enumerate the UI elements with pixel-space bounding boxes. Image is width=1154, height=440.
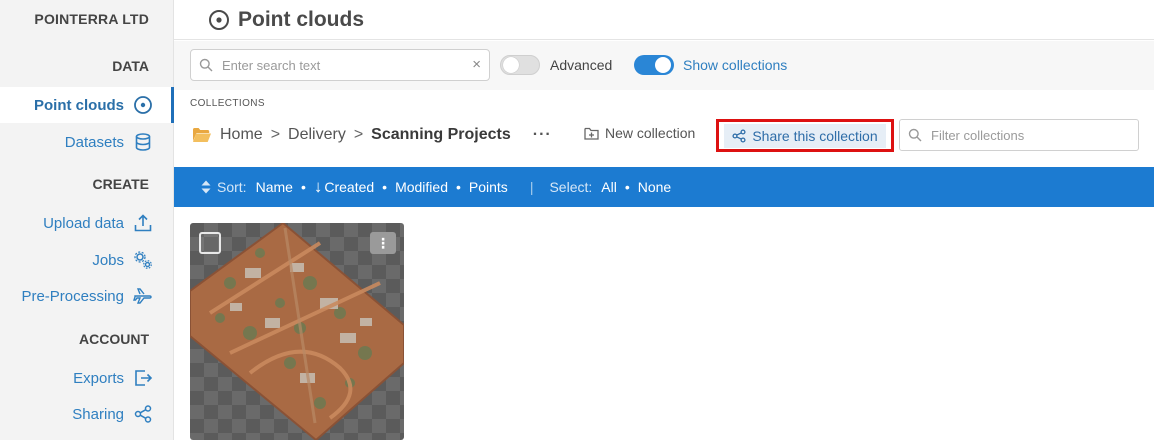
clear-search-icon[interactable]: × xyxy=(472,56,481,73)
show-collections-label[interactable]: Show collections xyxy=(683,57,787,73)
share-collection-button[interactable]: Share this collection xyxy=(716,119,894,152)
search-input[interactable] xyxy=(222,57,462,73)
page-header: Point clouds xyxy=(174,0,1154,40)
sidebar-item-label: Exports xyxy=(73,369,124,387)
sidebar-item-datasets[interactable]: Datasets xyxy=(0,124,173,160)
sidebar-item-preprocessing[interactable]: Pre-Processing xyxy=(0,278,173,314)
sidebar-item-upload[interactable]: Upload data xyxy=(0,205,173,241)
card-menu-button[interactable]: ⋮ xyxy=(370,232,396,254)
sort-icon xyxy=(201,180,211,194)
sidebar-item-exports[interactable]: Exports xyxy=(0,360,173,396)
sort-points[interactable]: Points xyxy=(469,179,508,195)
search-icon xyxy=(199,58,213,72)
separator-dot: • xyxy=(300,179,306,195)
share-collection-label: Share this collection xyxy=(752,127,878,144)
advanced-label[interactable]: Advanced xyxy=(550,57,612,73)
org-name: POINTERRA LTD xyxy=(34,11,149,27)
upload-icon xyxy=(134,214,152,232)
show-collections-toggle[interactable] xyxy=(634,55,674,75)
gears-icon xyxy=(134,251,152,269)
sidebar: POINTERRA LTD DATA Point clouds Datasets… xyxy=(0,0,174,440)
sidebar-item-label: Upload data xyxy=(43,214,124,232)
sort-modified[interactable]: Modified xyxy=(395,179,448,195)
new-collection-label: New collection xyxy=(605,125,696,141)
card-checkbox[interactable] xyxy=(199,232,221,254)
separator-dot: • xyxy=(382,179,388,195)
point-cloud-thumbnail xyxy=(190,223,404,440)
sort-bar: Sort: Name • ↓ Created • Modified • Poin… xyxy=(174,167,1154,207)
breadcrumb-home[interactable]: Home xyxy=(220,126,263,144)
collections-caption: COLLECTIONS xyxy=(190,98,265,109)
section-data: DATA xyxy=(112,58,149,74)
section-create: CREATE xyxy=(92,176,149,192)
new-collection-button[interactable]: New collection xyxy=(584,125,695,141)
sidebar-item-label: Jobs xyxy=(92,251,124,269)
sort-label: Sort: xyxy=(217,179,247,195)
breadcrumb: Home > Delivery > Scanning Projects ··· xyxy=(192,123,552,147)
search-box: × xyxy=(190,49,490,81)
more-options-button[interactable]: ··· xyxy=(533,126,552,144)
sidebar-item-jobs[interactable]: Jobs xyxy=(0,242,173,278)
plane-icon xyxy=(133,288,152,304)
share-collection-inner: Share this collection xyxy=(724,123,886,148)
select-none[interactable]: None xyxy=(638,179,671,195)
search-toolbar: × Advanced Show collections xyxy=(174,41,1154,90)
select-label: Select: xyxy=(549,179,593,195)
toggle-knob xyxy=(655,57,671,73)
separator-dot: • xyxy=(455,179,461,195)
toggle-knob xyxy=(503,57,519,73)
database-icon xyxy=(135,133,151,151)
sidebar-item-label: Pre-Processing xyxy=(21,287,124,305)
sort-name[interactable]: Name xyxy=(256,179,293,195)
breadcrumb-delivery[interactable]: Delivery xyxy=(288,126,346,144)
point-cloud-icon xyxy=(134,96,152,114)
sidebar-item-sharing[interactable]: Sharing xyxy=(0,396,173,432)
arrow-down-icon: ↓ xyxy=(313,177,323,196)
folder-open-icon xyxy=(193,128,211,142)
filter-collections-input[interactable] xyxy=(931,127,1131,143)
sidebar-item-label: Sharing xyxy=(72,405,124,423)
sidebar-item-label: Point clouds xyxy=(34,96,124,114)
share-icon xyxy=(732,128,746,143)
app: POINTERRA LTD DATA Point clouds Datasets… xyxy=(0,0,1154,440)
page-title: Point clouds xyxy=(238,7,364,31)
sort-created[interactable]: Created xyxy=(324,179,374,195)
export-icon xyxy=(135,370,153,386)
point-cloud-card[interactable]: ⋮ xyxy=(190,223,404,440)
divider: | xyxy=(529,179,534,195)
breadcrumb-current: Scanning Projects xyxy=(371,126,511,143)
advanced-toggle[interactable] xyxy=(500,55,540,75)
select-all[interactable]: All xyxy=(601,179,617,195)
filter-box xyxy=(899,119,1139,151)
separator-dot: • xyxy=(624,179,630,195)
sidebar-item-point-clouds[interactable]: Point clouds xyxy=(0,87,174,123)
chevron-right-icon: > xyxy=(270,126,281,143)
share-icon xyxy=(134,405,152,423)
add-folder-icon xyxy=(584,127,599,140)
point-cloud-icon xyxy=(209,9,229,30)
search-icon xyxy=(908,128,922,142)
section-account: ACCOUNT xyxy=(79,331,149,347)
sidebar-item-label: Datasets xyxy=(64,133,124,151)
chevron-right-icon: > xyxy=(353,126,364,143)
